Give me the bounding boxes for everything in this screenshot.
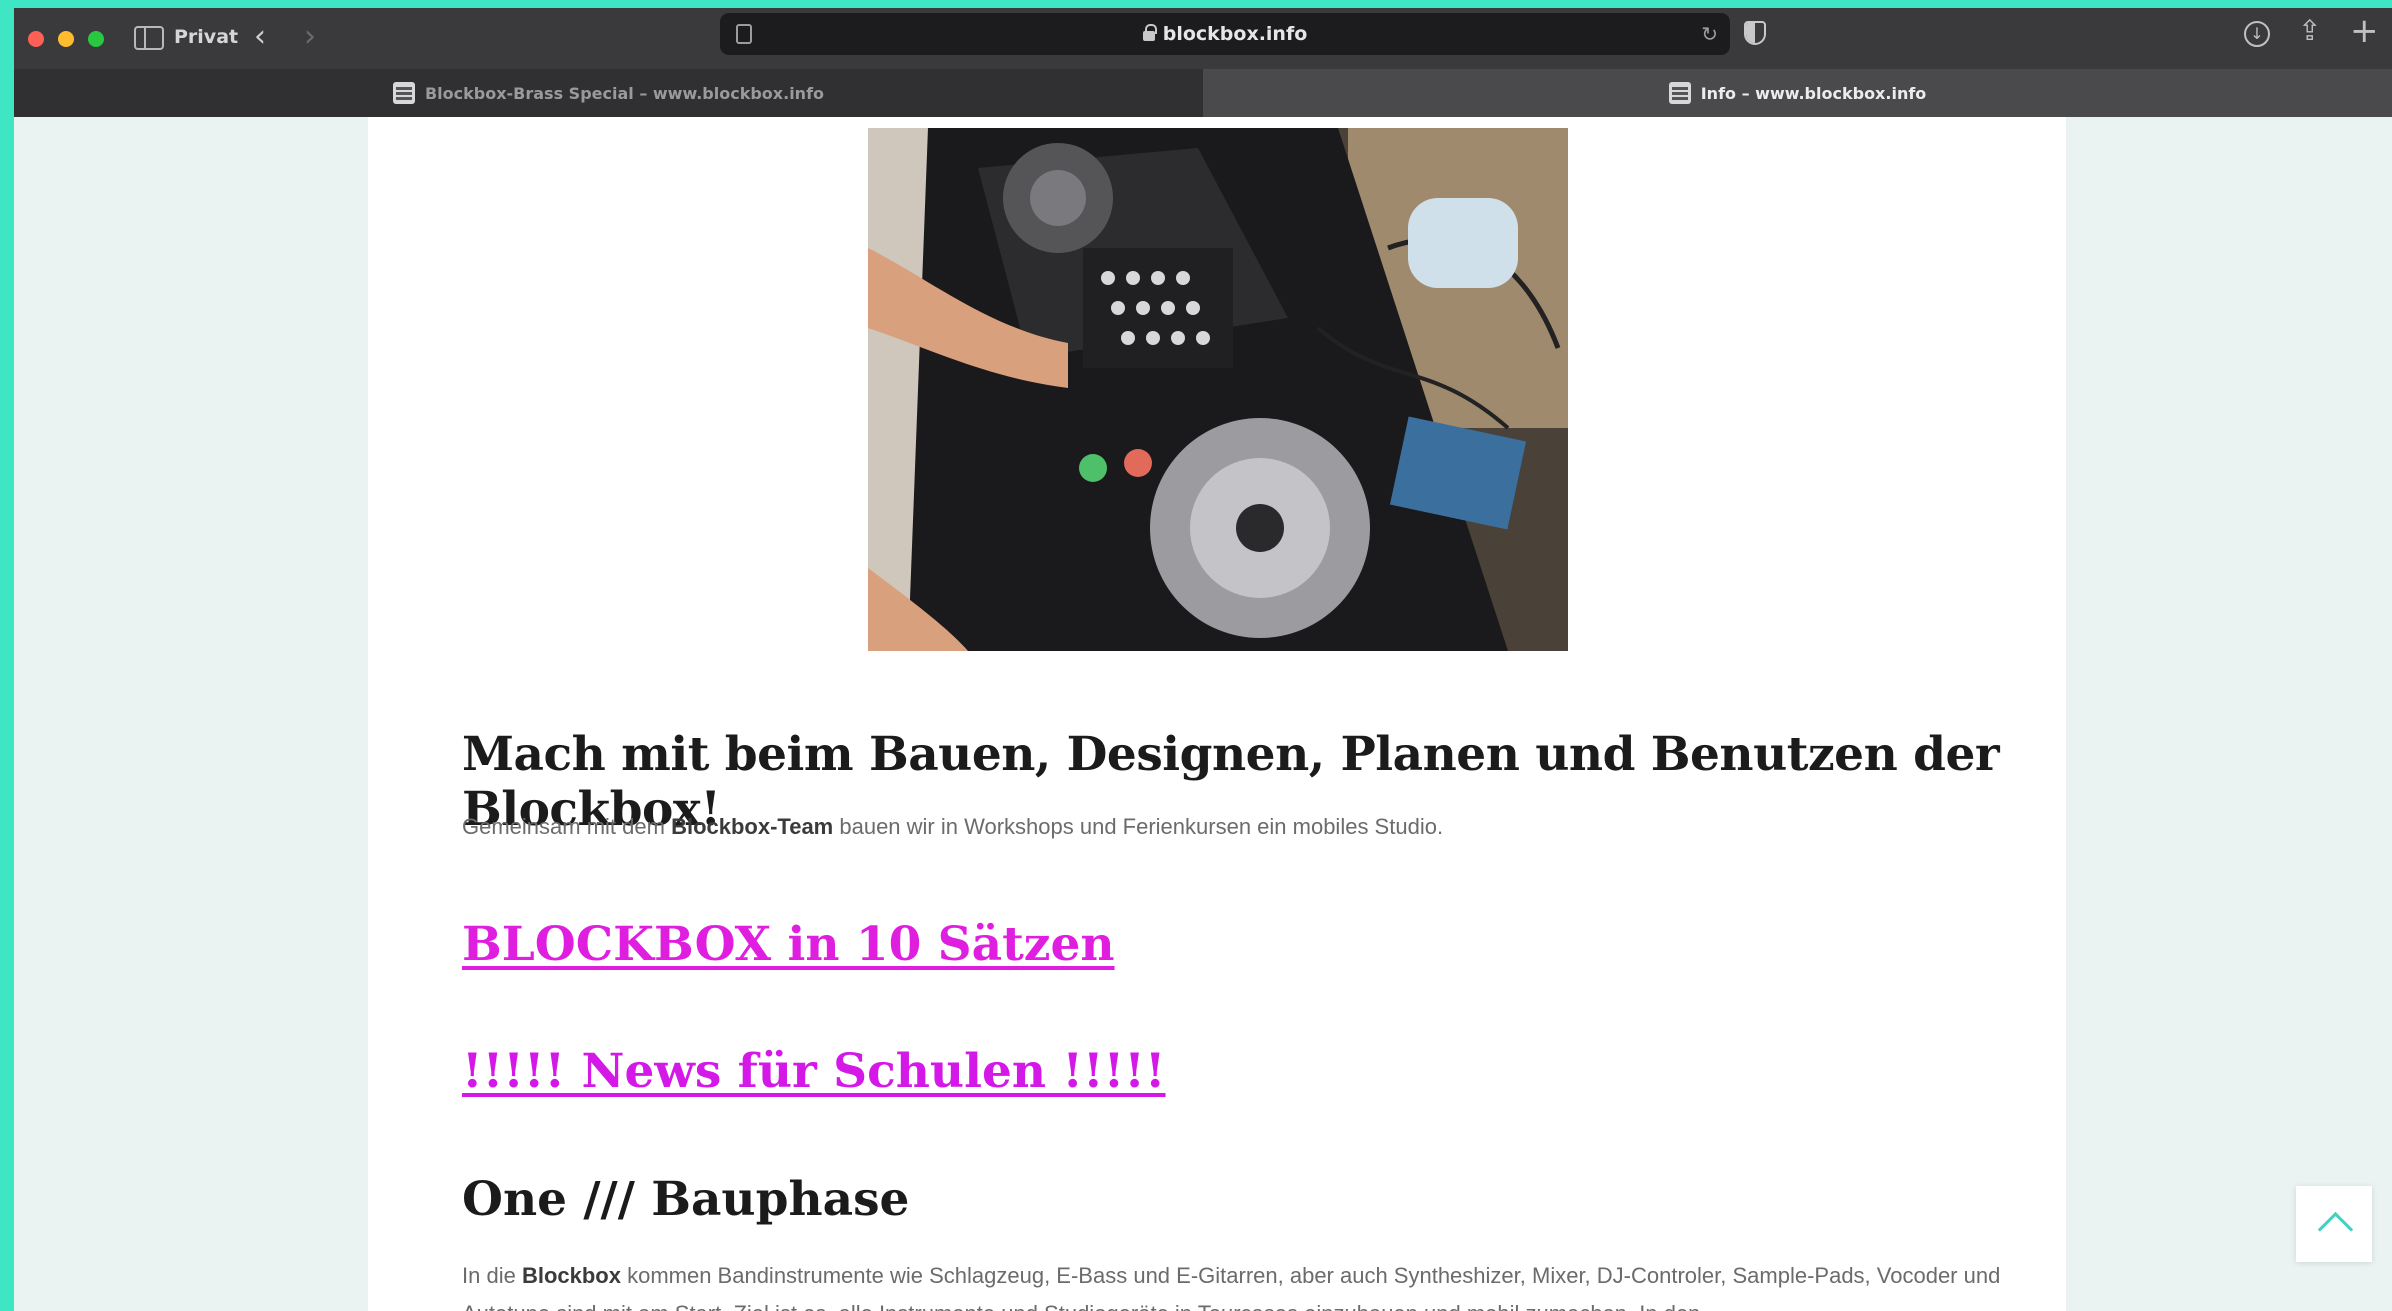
dj-mixer-photo [868, 128, 1568, 651]
section-paragraph: In die Blockbox kommen Bandinstrumente w… [462, 1263, 2001, 1311]
news-for-schools-link[interactable]: !!!!! News für Schulen !!!!! [462, 1044, 1166, 1099]
page-content: Mach mit beim Bauen, Designen, Planen un… [368, 117, 2066, 1311]
dj-setup-image [868, 128, 1568, 651]
minimize-window-button[interactable] [58, 31, 74, 47]
privacy-shield-icon[interactable] [1744, 21, 1766, 45]
tab-brass-special[interactable]: Blockbox-Brass Special – www.blockbox.in… [14, 69, 1203, 117]
tab-info[interactable]: Info – www.blockbox.info [1203, 69, 2392, 117]
intro-paragraph: Gemeinsam mit dem Blockbox-Team bauen wi… [462, 814, 1444, 839]
back-arrow-icon[interactable]: ‹ [254, 22, 266, 52]
section-strong: Blockbox [521, 1263, 621, 1288]
sidebar-toggle-icon[interactable] [134, 26, 164, 50]
tab-strip: Blockbox-Brass Special – www.blockbox.in… [14, 69, 2392, 117]
address-bar[interactable]: blockbox.info ↻ [720, 13, 1730, 55]
window-controls [28, 31, 104, 47]
tab-title: Info – www.blockbox.info [1700, 83, 1927, 103]
lock-icon [1142, 24, 1157, 41]
scroll-to-top-button[interactable] [2296, 1186, 2372, 1262]
share-icon[interactable]: ⇪ [2298, 16, 2321, 46]
forward-arrow-icon[interactable]: › [304, 22, 316, 52]
close-window-button[interactable] [28, 31, 44, 47]
blockbox-sentences-link[interactable]: BLOCKBOX in 10 Sätzen [462, 917, 1115, 972]
new-tab-plus-icon[interactable]: + [2350, 14, 2379, 48]
address-text: blockbox.info [1162, 23, 1308, 45]
section-title: One /// Bauphase [462, 1172, 910, 1227]
browser-toolbar: Privat ‹ › blockbox.info ↻ ↓ ⇪ + [14, 8, 2392, 69]
favicon-icon [1668, 82, 1691, 104]
browser-window: Privat ‹ › blockbox.info ↻ ↓ ⇪ + Blockbo… [14, 8, 2392, 1311]
private-mode-label: Privat [174, 26, 239, 48]
download-icon[interactable]: ↓ [2244, 21, 2270, 47]
reload-icon[interactable]: ↻ [1701, 22, 1718, 46]
favicon-icon [392, 82, 415, 104]
tab-title: Blockbox-Brass Special – www.blockbox.in… [424, 83, 825, 103]
zoom-window-button[interactable] [88, 31, 104, 47]
intro-strong: Blockbox-Team [671, 814, 834, 839]
